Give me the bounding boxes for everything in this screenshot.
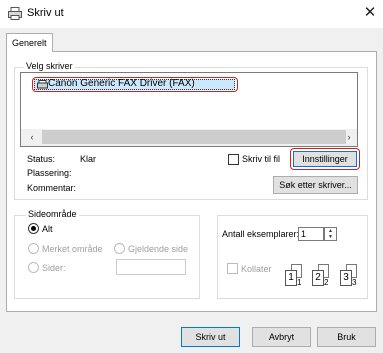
copies-group — [217, 215, 368, 299]
radio-selection-label: Merket område — [42, 244, 103, 254]
radio-selection[interactable] — [28, 243, 39, 254]
page-icon: 1 — [285, 270, 297, 286]
radio-all-selected-dot — [31, 226, 36, 231]
find-printer-button[interactable]: Søk etter skriver... — [273, 176, 358, 194]
radio-pages[interactable] — [28, 262, 39, 273]
page-number: 2 — [315, 272, 321, 283]
preferences-button[interactable]: Innstillinger — [293, 151, 357, 167]
collate-label: Kollater — [241, 264, 272, 274]
apply-button[interactable]: Bruk — [317, 327, 376, 347]
radio-pages-label: Sider: — [42, 263, 66, 273]
radio-all-label: Alt — [42, 224, 53, 234]
printer-group-legend: Velg skriver — [24, 61, 75, 71]
collate-checkbox[interactable] — [227, 263, 238, 274]
print-button[interactable]: Skriv ut — [181, 327, 240, 347]
copies-label: Antall eksemplarer: — [222, 229, 300, 239]
page-range-legend: Sideområde — [26, 209, 79, 219]
page-number: 3 — [352, 278, 357, 287]
window-title: Skriv ut — [27, 7, 64, 19]
radio-current-page-label: Gjeldende side — [128, 244, 189, 254]
radio-current-page[interactable] — [114, 243, 125, 254]
pages-input[interactable] — [116, 259, 186, 275]
scroll-right-icon[interactable]: › — [341, 129, 357, 146]
scroll-left-icon[interactable]: ‹ — [24, 129, 40, 146]
page-icon: 2 — [312, 270, 324, 286]
page-number: 1 — [288, 272, 294, 283]
close-icon[interactable]: ✕ — [361, 4, 379, 22]
print-to-file-label: Skriv til fil — [242, 154, 280, 164]
page-icon: 3 — [340, 270, 352, 286]
status-value: Klar — [80, 154, 97, 164]
print-to-file-checkbox[interactable] — [228, 154, 239, 165]
cancel-button[interactable]: Avbryt — [252, 327, 311, 347]
printer-name: Canon Generic FAX Driver (FAX) — [48, 78, 195, 89]
page-number: 2 — [324, 278, 329, 287]
printer-icon — [8, 7, 22, 20]
page-number: 1 — [297, 278, 302, 287]
location-label: Plassering: — [27, 168, 72, 178]
scrollbar-thumb[interactable] — [42, 130, 346, 144]
status-label: Status: — [27, 154, 56, 164]
comment-label: Kommentar: — [27, 183, 77, 193]
fax-printer-icon — [37, 80, 48, 89]
tab-general[interactable]: Generelt — [6, 33, 53, 52]
spin-down-icon[interactable]: ▼ — [325, 234, 336, 240]
copies-input[interactable]: 1 — [298, 227, 324, 241]
page-number: 3 — [343, 272, 349, 283]
